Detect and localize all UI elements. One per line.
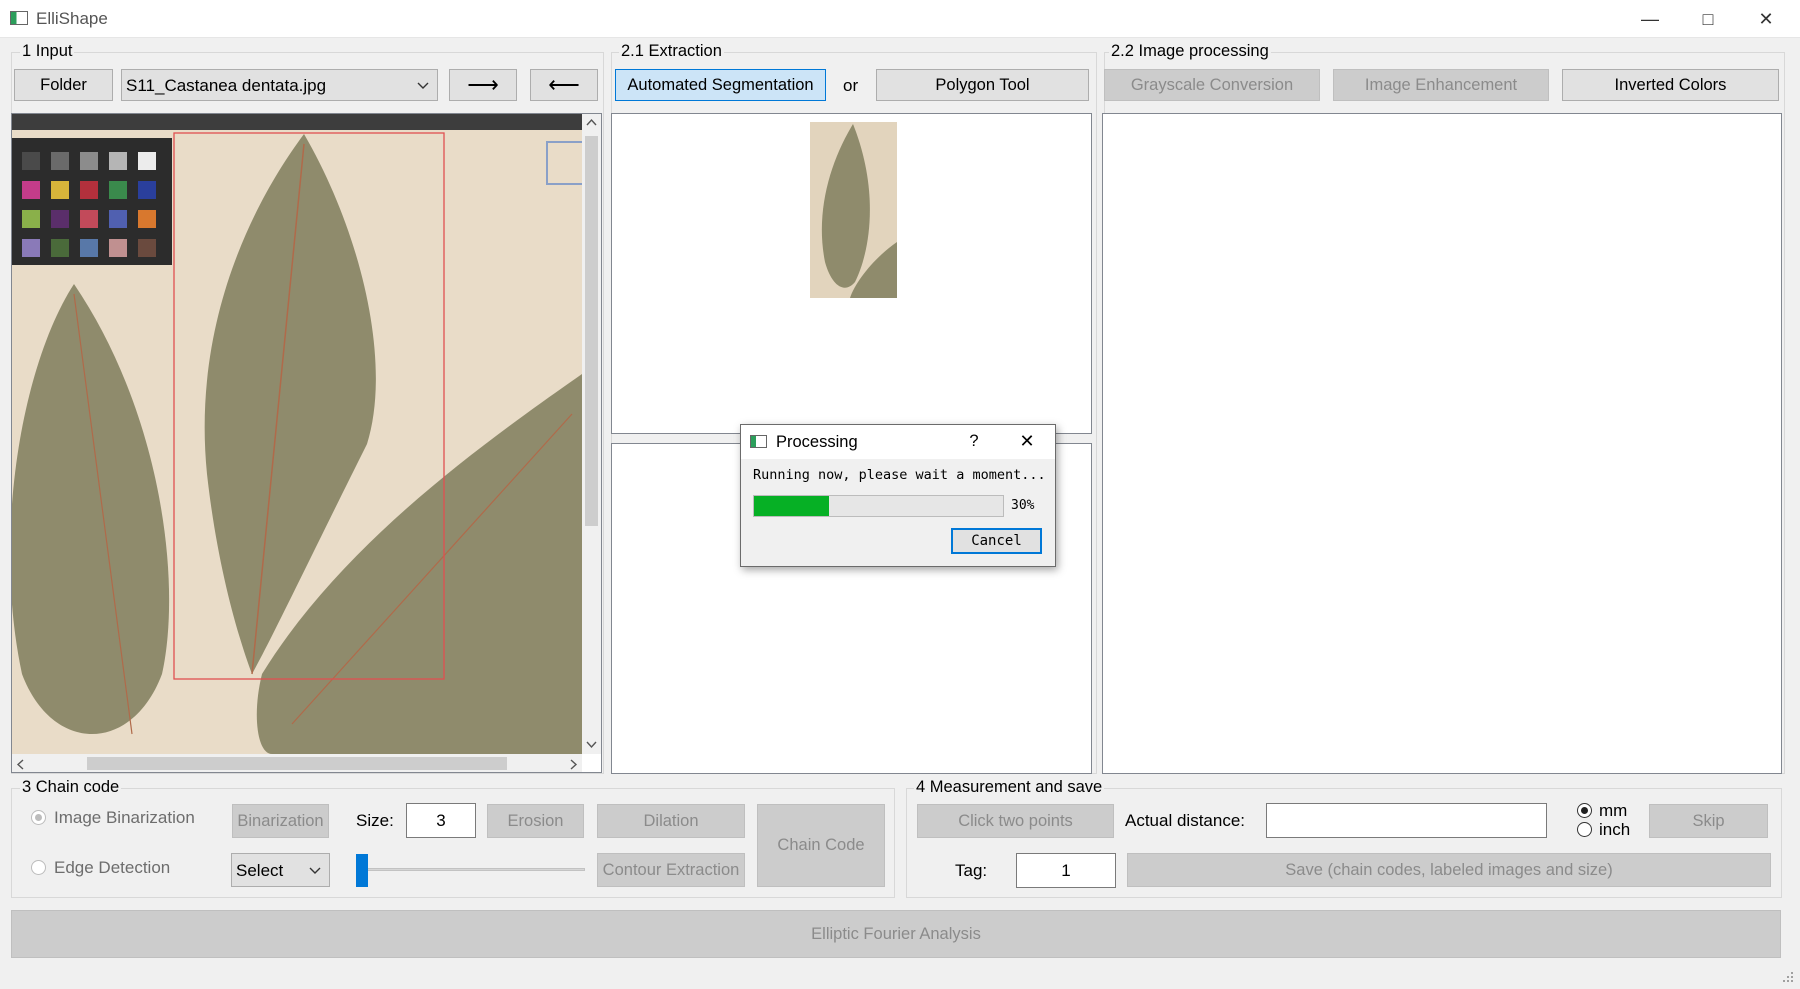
automated-segmentation-button[interactable]: Automated Segmentation <box>615 69 826 101</box>
horizontal-scroll-thumb[interactable] <box>87 757 507 770</box>
actual-distance-input[interactable] <box>1266 803 1547 838</box>
size-input[interactable]: 3 <box>406 803 476 838</box>
progress-bar <box>753 495 1004 517</box>
tag-input[interactable]: 1 <box>1016 853 1116 888</box>
unit-mm-radio[interactable] <box>1577 803 1592 818</box>
measurement-legend: 4 Measurement and save <box>914 778 1105 797</box>
or-label: or <box>843 76 859 95</box>
image-processing-legend: 2.2 Image processing <box>1109 42 1271 61</box>
dialog-title: Processing <box>776 433 858 451</box>
scroll-up-icon[interactable] <box>586 118 597 127</box>
extraction-preview-panel <box>611 113 1092 434</box>
file-select[interactable]: S11_Castanea dentata.jpg <box>121 69 438 101</box>
contour-extraction-button[interactable]: Contour Extraction <box>597 853 745 887</box>
folder-button[interactable]: Folder <box>14 69 113 101</box>
grayscale-conversion-button[interactable]: Grayscale Conversion <box>1104 69 1320 101</box>
dialog-app-icon <box>750 435 767 448</box>
chevron-down-icon <box>417 82 429 89</box>
cancel-button[interactable]: Cancel <box>951 528 1042 554</box>
inverted-colors-button[interactable]: Inverted Colors <box>1562 69 1779 101</box>
app-icon <box>10 11 28 25</box>
dialog-titlebar: Processing ? ✕ <box>741 425 1055 459</box>
scroll-right-icon[interactable] <box>569 759 578 770</box>
image-binarization-radio[interactable] <box>31 810 46 825</box>
tag-label: Tag: <box>955 861 988 880</box>
edge-detection-label: Edge Detection <box>54 858 171 877</box>
actual-distance-label: Actual distance: <box>1125 811 1246 830</box>
binarization-button[interactable]: Binarization <box>232 804 329 838</box>
specimen-image[interactable] <box>12 114 582 754</box>
dialog-message: Running now, please wait a moment... <box>753 467 1046 483</box>
help-icon[interactable]: ? <box>964 432 984 451</box>
scroll-left-icon[interactable] <box>16 759 25 770</box>
erosion-button[interactable]: Erosion <box>487 804 584 838</box>
save-button[interactable]: Save (chain codes, labeled images and si… <box>1127 853 1771 887</box>
minimize-icon[interactable]: — <box>1622 4 1678 34</box>
skip-button[interactable]: Skip <box>1649 804 1768 838</box>
vertical-scrollbar[interactable] <box>582 114 601 754</box>
processing-output-panel <box>1102 113 1782 774</box>
elliptic-fourier-analysis-button[interactable]: Elliptic Fourier Analysis <box>11 910 1781 958</box>
progress-percent: 30% <box>1011 498 1035 513</box>
chain-code-button[interactable]: Chain Code <box>757 804 885 887</box>
input-image-panel[interactable] <box>11 113 602 773</box>
dialog-close-icon[interactable]: ✕ <box>1016 431 1038 452</box>
size-label: Size: <box>356 811 394 830</box>
edge-method-select[interactable]: Select <box>231 853 330 887</box>
next-image-button[interactable]: ⟶ <box>449 69 517 101</box>
unit-inch-radio[interactable] <box>1577 822 1592 837</box>
chevron-down-icon <box>309 867 321 874</box>
title-bar: ElliShape — □ ✕ <box>0 0 1800 38</box>
resize-grip-icon[interactable] <box>1781 970 1795 984</box>
vertical-scroll-thumb[interactable] <box>585 136 598 526</box>
close-icon[interactable]: ✕ <box>1738 4 1794 34</box>
chain-code-legend: 3 Chain code <box>20 778 122 797</box>
horizontal-scrollbar[interactable] <box>12 754 582 772</box>
unit-inch-label: inch <box>1599 820 1631 839</box>
dilation-button[interactable]: Dilation <box>597 804 745 838</box>
input-legend: 1 Input <box>20 42 75 61</box>
unit-mm-label: mm <box>1599 801 1628 820</box>
image-binarization-label: Image Binarization <box>54 808 195 827</box>
edge-method-select-value: Select <box>236 861 284 880</box>
edge-detection-radio[interactable] <box>31 860 46 875</box>
scroll-down-icon[interactable] <box>586 740 597 749</box>
file-select-value: S11_Castanea dentata.jpg <box>126 76 327 95</box>
threshold-slider-track[interactable] <box>357 868 585 871</box>
extracted-leaf-thumbnail <box>810 122 897 298</box>
progress-bar-fill <box>754 496 829 516</box>
processing-dialog: Processing ? ✕ Running now, please wait … <box>740 424 1056 567</box>
window-title: ElliShape <box>36 9 108 28</box>
polygon-tool-button[interactable]: Polygon Tool <box>876 69 1089 101</box>
maximize-icon[interactable]: □ <box>1680 4 1736 34</box>
threshold-slider-handle[interactable] <box>356 854 368 887</box>
prev-image-button[interactable]: ⟵ <box>530 69 598 101</box>
extraction-legend: 2.1 Extraction <box>619 42 724 61</box>
click-two-points-button[interactable]: Click two points <box>917 804 1114 838</box>
image-enhancement-button[interactable]: Image Enhancement <box>1333 69 1549 101</box>
